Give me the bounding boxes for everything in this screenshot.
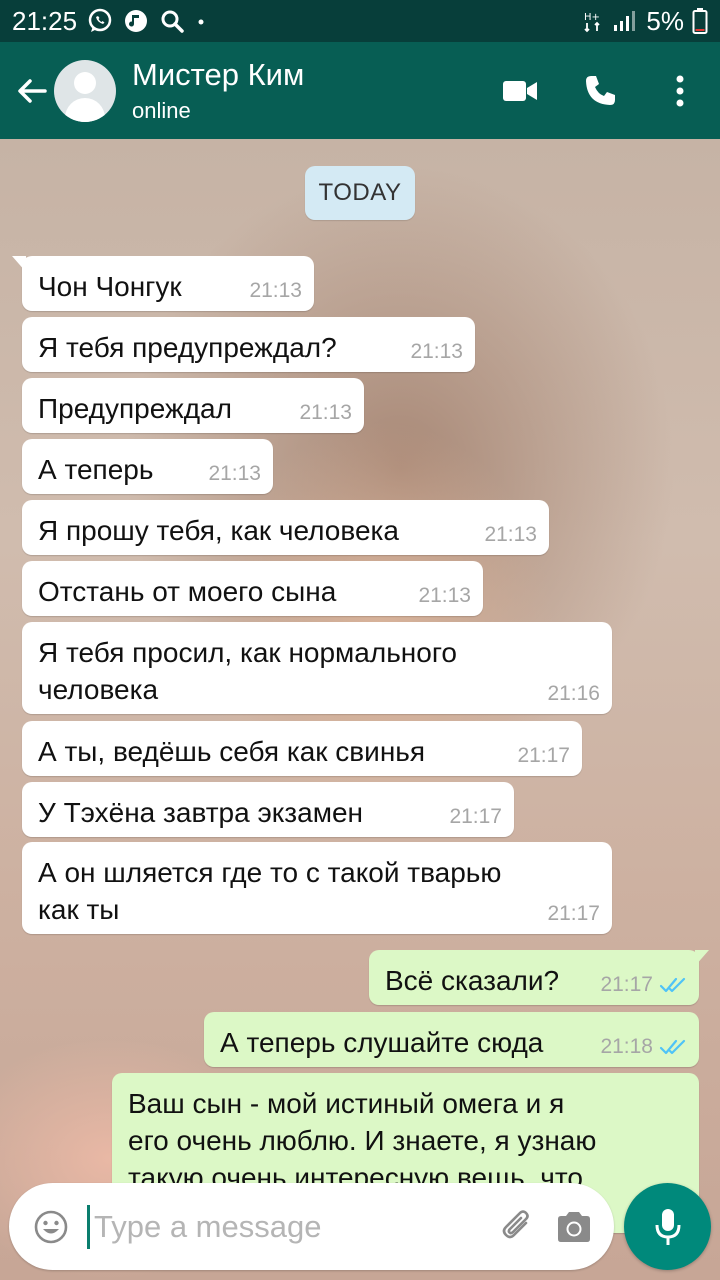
message-text: А теперь слушайте сюда [220, 1027, 544, 1058]
whatsapp-icon [87, 8, 113, 34]
emoji-button[interactable] [19, 1183, 83, 1270]
attach-button[interactable] [490, 1183, 546, 1270]
message-text: Я прошу тебя, как человека [38, 515, 399, 546]
battery-icon [692, 7, 708, 35]
message-bubble[interactable]: Я тебя просил, как нормального человека … [22, 622, 612, 714]
read-ticks-icon [659, 977, 686, 993]
message-time: 21:17 [449, 805, 502, 828]
message-bubble[interactable]: У Тэхёна завтра экзамен 21:17 [22, 782, 514, 837]
message-bubble[interactable]: А теперь 21:13 [22, 439, 273, 494]
message-time: 21:13 [299, 401, 352, 424]
data-transfer-icon: H+ [582, 8, 604, 34]
message-time: 21:17 [600, 973, 653, 996]
message-text: Я тебя предупреждал? [38, 332, 337, 363]
message-text-line: Я тебя просил, как нормального [38, 637, 458, 668]
message-bubble[interactable]: Предупреждал 21:13 [22, 378, 364, 433]
back-button[interactable] [6, 42, 58, 139]
back-arrow-icon [18, 78, 47, 103]
message-text-line: А он шляется где то с такой тварью [38, 857, 502, 888]
signal-icon [612, 8, 638, 34]
message-time: 21:17 [547, 902, 600, 925]
avatar[interactable] [54, 59, 116, 122]
message-text-line: Ваш сын - мой истиный омега и я [128, 1088, 565, 1119]
message-time: 21:13 [484, 523, 537, 546]
message-text: Чон Чонгук [38, 271, 182, 302]
mic-button[interactable] [624, 1183, 711, 1270]
message-time: 21:13 [249, 279, 302, 302]
message-time: 21:13 [410, 340, 463, 363]
message-bubble[interactable]: Я прошу тебя, как человека 21:13 [22, 500, 549, 555]
contact-name: Мистер Ким [132, 56, 305, 92]
more-options-button[interactable] [640, 42, 720, 139]
date-divider: TODAY [305, 166, 415, 220]
message-text: Отстань от моего сына [38, 576, 337, 607]
battery-percent: 5% [646, 5, 684, 36]
contact-status: online [132, 97, 191, 123]
message-time: 21:16 [547, 682, 600, 705]
camera-icon [558, 1211, 590, 1242]
status-bar: 21:25 H+ 5% [0, 0, 720, 42]
svg-text:H+: H+ [584, 12, 600, 23]
message-bubble-outgoing[interactable]: А теперь слушайте сюда 21:18 [204, 1012, 699, 1067]
music-icon [123, 8, 149, 34]
message-text: У Тэхёна завтра экзамен [38, 797, 363, 828]
message-time: 21:18 [600, 1035, 653, 1058]
message-input[interactable] [90, 1196, 490, 1257]
read-ticks-icon [659, 1039, 686, 1055]
emoji-icon [34, 1210, 68, 1243]
message-text: А теперь [38, 454, 154, 485]
message-text: Предупреждал [38, 393, 232, 424]
voice-call-button[interactable] [560, 42, 640, 139]
message-text: А ты, ведёшь себя как свинья [38, 736, 426, 767]
message-text-line: человека [38, 674, 159, 705]
message-bubble[interactable]: А он шляется где то с такой тварью как т… [22, 842, 612, 934]
message-text-line: его очень люблю. И знаете, я узнаю [128, 1125, 597, 1156]
search-icon [159, 8, 185, 34]
message-time: 21:13 [418, 584, 471, 607]
contact-info[interactable]: Мистер Ким online [132, 57, 304, 125]
chat-area[interactable]: TODAY Чон Чонгук 21:13 Я тебя предупрежд… [0, 139, 720, 1280]
mic-icon [655, 1208, 680, 1245]
notification-dot-icon [195, 8, 207, 34]
video-call-icon [503, 80, 537, 101]
message-composer [9, 1183, 614, 1270]
video-call-button[interactable] [480, 42, 560, 139]
message-text-line: как ты [38, 894, 120, 925]
message-time: 21:13 [208, 462, 261, 485]
message-bubble[interactable]: Чон Чонгук 21:13 [12, 256, 314, 311]
message-bubble[interactable]: А ты, ведёшь себя как свинья 21:17 [22, 721, 582, 776]
message-text: Всё сказали? [385, 965, 560, 996]
message-bubble[interactable]: Я тебя предупреждал? 21:13 [22, 317, 475, 372]
phone-icon [586, 75, 615, 105]
attach-icon [502, 1209, 529, 1238]
camera-button[interactable] [546, 1183, 602, 1270]
status-time: 21:25 [12, 5, 78, 36]
chat-header: Мистер Ким online [0, 42, 720, 139]
message-bubble[interactable]: Отстань от моего сына 21:13 [22, 561, 483, 616]
message-time: 21:17 [517, 744, 570, 767]
more-vert-icon [676, 75, 684, 106]
message-bubble-outgoing[interactable]: Всё сказали? 21:17 [369, 950, 709, 1005]
